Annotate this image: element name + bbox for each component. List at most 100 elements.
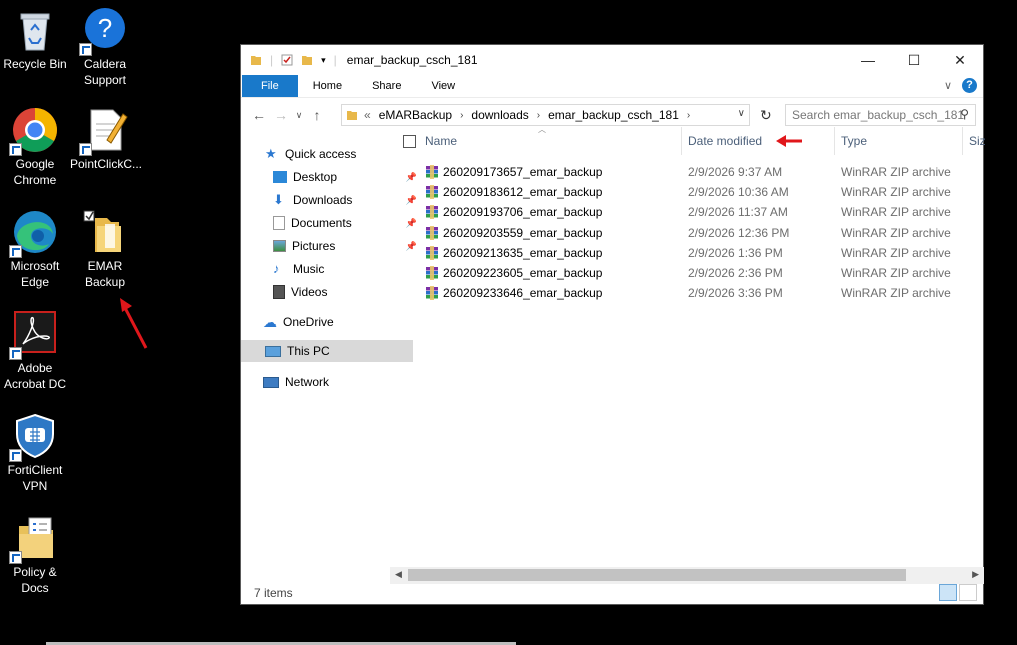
tab-view[interactable]: View — [416, 75, 470, 97]
shortcut-arrow-icon — [9, 551, 22, 564]
window-title: emar_backup_csch_181 — [346, 53, 478, 67]
properties-icon[interactable] — [281, 54, 293, 66]
shortcut-arrow-icon — [9, 143, 22, 156]
recent-locations-icon[interactable]: ∨ — [292, 110, 306, 121]
file-row[interactable]: 260209183612_emar_backup 2/9/2026 10:36 A… — [390, 182, 985, 202]
desktop-icon-emar-backup[interactable]: EMAR Backup — [70, 208, 140, 290]
address-bar[interactable]: « eMARBackup › downloads › emar_backup_c… — [341, 104, 750, 126]
ribbon-tabs: File Home Share View ∨ ? — [241, 75, 983, 98]
sort-indicator-icon: ︿ — [538, 125, 546, 134]
scroll-left-icon[interactable]: ◀ — [395, 569, 402, 580]
chrome-icon — [9, 106, 59, 156]
nav-network[interactable]: Network — [241, 371, 411, 393]
file-row[interactable]: 260209233646_emar_backup 2/9/2026 3:36 PM… — [390, 283, 985, 303]
breadcrumb-overflow[interactable]: « — [364, 108, 371, 122]
desktop-icon-recycle-bin[interactable]: Recycle Bin — [0, 6, 70, 72]
desktop-icon-google-chrome[interactable]: Google Chrome — [0, 106, 70, 188]
close-button[interactable]: ✕ — [937, 45, 983, 75]
column-divider[interactable] — [834, 127, 835, 155]
column-header-type[interactable]: Type — [841, 127, 867, 155]
file-row[interactable]: 260209213635_emar_backup 2/9/2026 1:36 PM… — [390, 243, 985, 263]
help-icon[interactable]: ? — [962, 78, 977, 93]
search-input[interactable]: Search emar_backup_csch_181 ⚲ — [785, 104, 976, 126]
maximize-button[interactable]: ☐ — [891, 45, 937, 75]
nav-onedrive[interactable]: ☁ OneDrive — [241, 311, 411, 333]
chevron-down-icon[interactable]: ∨ — [738, 108, 745, 119]
tab-share[interactable]: Share — [357, 75, 416, 97]
network-icon — [263, 376, 279, 388]
file-explorer-window[interactable]: | ▾ | emar_backup_csch_181 — ☐ ✕ File Ho… — [240, 44, 985, 605]
file-type: WinRAR ZIP archive — [841, 245, 951, 260]
desktop-icon-label: Google Chrome — [13, 157, 57, 187]
winrar-archive-icon — [426, 205, 438, 220]
help-icon: ? — [79, 6, 129, 56]
file-name: 260209173657_emar_backup — [443, 165, 603, 179]
breadcrumb-item[interactable]: emar_backup_csch_181 — [548, 108, 679, 122]
column-header-size[interactable]: Size — [969, 127, 985, 155]
desktop-icon-adobe-acrobat[interactable]: Adobe Acrobat DC — [0, 310, 70, 392]
winrar-archive-icon — [426, 165, 438, 179]
back-arrow-icon[interactable]: ← — [248, 107, 270, 123]
folder-icon — [81, 208, 129, 256]
title-bar[interactable]: | ▾ | emar_backup_csch_181 — ☐ ✕ — [241, 45, 983, 75]
nav-label: OneDrive — [283, 315, 334, 329]
file-name: 260209223605_emar_backup — [443, 266, 603, 280]
nav-label: Videos — [291, 285, 328, 299]
documents-icon — [273, 216, 285, 230]
desktop-icon-label: Policy & Docs — [13, 565, 57, 595]
chevron-down-icon[interactable]: ▾ — [321, 55, 326, 66]
forward-arrow-icon[interactable]: → — [270, 107, 292, 123]
file-date-modified: 2/9/2026 3:36 PM — [688, 286, 783, 301]
refresh-icon[interactable]: ↻ — [760, 107, 772, 124]
desktop-icon-policy-docs[interactable]: Policy & Docs — [0, 514, 70, 596]
file-type: WinRAR ZIP archive — [841, 185, 951, 200]
nav-label: This PC — [287, 344, 330, 358]
expand-ribbon-icon[interactable]: ∨ — [944, 79, 952, 92]
file-row[interactable]: 260209173657_emar_backup 2/9/2026 9:37 AM… — [390, 162, 985, 182]
desktop-icon-pointclickcare[interactable]: PointClickC... — [70, 106, 142, 172]
file-list: ︿ Name Date modified Type Size 260209173… — [390, 125, 985, 567]
column-header-name[interactable]: Name — [425, 127, 457, 155]
folder-small-icon — [347, 111, 357, 120]
nav-quick-access[interactable]: ★ Quick access — [241, 143, 413, 165]
desktop-icon-forticlient-vpn[interactable]: FortiClient VPN — [0, 412, 70, 494]
column-header-date-modified[interactable]: Date modified — [688, 127, 762, 155]
desktop-icon-microsoft-edge[interactable]: Microsoft Edge — [0, 208, 70, 290]
column-divider[interactable] — [681, 127, 682, 155]
tab-home[interactable]: Home — [298, 75, 357, 97]
search-placeholder: Search emar_backup_csch_181 — [792, 108, 965, 122]
nav-this-pc[interactable]: This PC — [241, 340, 413, 362]
status-bar: 7 items — [241, 582, 983, 604]
breadcrumb-item[interactable]: downloads — [471, 108, 528, 122]
select-all-checkbox[interactable] — [403, 135, 416, 148]
file-row[interactable]: 260209223605_emar_backup 2/9/2026 2:36 PM… — [390, 263, 985, 283]
cloud-icon: ☁ — [263, 314, 277, 330]
details-view-button[interactable] — [939, 584, 957, 601]
scroll-right-icon[interactable]: ▶ — [972, 569, 979, 580]
desktop-icon-caldera-support[interactable]: ? Caldera Support — [70, 6, 140, 88]
desktop-icon-label: Recycle Bin — [3, 57, 67, 71]
scrollbar-thumb[interactable] — [408, 569, 906, 581]
svg-text:?: ? — [98, 13, 112, 43]
acrobat-icon — [9, 310, 59, 360]
pictures-icon — [273, 240, 286, 252]
desktop-icon — [273, 171, 287, 183]
file-date-modified: 2/9/2026 11:37 AM — [688, 205, 788, 220]
file-row[interactable]: 260209193706_emar_backup 2/9/2026 11:37 A… — [390, 202, 985, 222]
large-icons-view-button[interactable] — [959, 584, 977, 601]
tab-file[interactable]: File — [242, 75, 298, 97]
chevron-right-icon[interactable]: › — [687, 110, 690, 121]
file-name: 260209183612_emar_backup — [443, 185, 603, 200]
new-folder-icon[interactable] — [301, 54, 313, 66]
winrar-archive-icon — [426, 225, 438, 240]
chevron-right-icon[interactable]: › — [460, 110, 463, 121]
shortcut-arrow-icon — [9, 347, 22, 360]
minimize-button[interactable]: — — [845, 45, 891, 75]
file-row[interactable]: 260209203559_emar_backup 2/9/2026 12:36 P… — [390, 223, 985, 243]
column-divider[interactable] — [962, 127, 963, 155]
navigation-pane: ★ Quick access Desktop 📌 ⬇ Downloads 📌 D… — [241, 131, 417, 586]
breadcrumb-item[interactable]: eMARBackup — [379, 108, 452, 122]
chevron-right-icon[interactable]: › — [537, 110, 540, 121]
up-arrow-icon[interactable]: ↑ — [306, 107, 328, 123]
desktop-icon-label: FortiClient VPN — [7, 463, 63, 493]
